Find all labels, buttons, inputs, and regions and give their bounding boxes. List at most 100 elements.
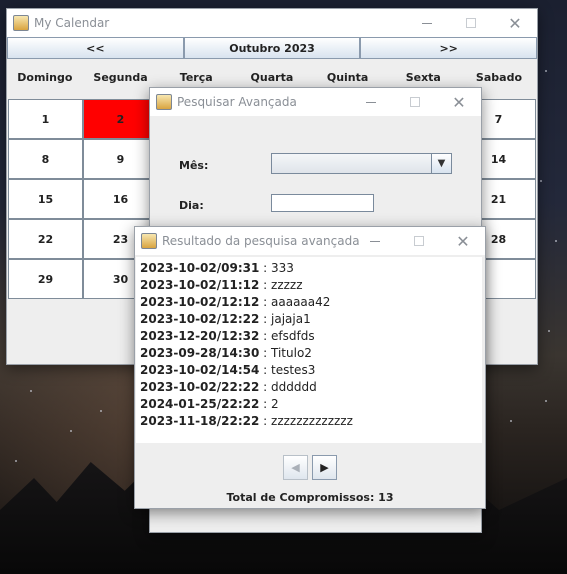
day-cell[interactable]: 29 (8, 259, 83, 299)
prev-page-button[interactable]: ◀ (283, 455, 308, 480)
calendar-titlebar[interactable]: My Calendar ✕ (7, 9, 537, 37)
day-cell[interactable]: 22 (8, 219, 83, 259)
item-separator: : (259, 295, 272, 309)
maximize-button[interactable] (449, 9, 493, 37)
arrow-right-icon: ▶ (320, 461, 329, 474)
item-datetime: 2023-11-18/22:22 (140, 414, 260, 428)
item-separator: : (259, 363, 272, 377)
arrow-left-icon: ◀ (291, 461, 300, 474)
minimize-button[interactable] (405, 9, 449, 37)
total-appointments-label: Total de Compromissos: 13 (226, 491, 394, 504)
item-title: 2 (271, 397, 279, 411)
item-separator: : (259, 278, 272, 292)
item-title: aaaaaa42 (271, 295, 331, 309)
item-title: 333 (271, 261, 294, 275)
item-datetime: 2024-01-25/22:22 (140, 397, 260, 411)
search-window-title: Pesquisar Avançada (177, 95, 297, 109)
list-item[interactable]: 2023-10-02/09:31 : 333 (140, 261, 294, 275)
maximize-icon (414, 236, 424, 246)
weekday-header: Quarta (250, 71, 294, 84)
day-cell[interactable]: 9 (83, 139, 158, 179)
maximize-button[interactable] (393, 88, 437, 116)
list-item[interactable]: 2023-11-18/22:22 : zzzzzzzzzzzzz (140, 414, 353, 428)
day-cell[interactable]: 1 (8, 99, 83, 139)
minimize-icon (366, 101, 376, 103)
item-title: zzzzz (271, 278, 303, 292)
item-separator: : (259, 329, 272, 343)
item-separator: : (259, 414, 272, 428)
weekday-headers: Domingo Segunda Terça Quarta Quinta Sext… (7, 71, 537, 84)
results-list: 2023-10-02/09:31 : 333 2023-10-02/11:12 … (136, 257, 482, 443)
item-separator: : (259, 346, 272, 360)
day-cell-today[interactable]: 2 (83, 99, 158, 139)
item-datetime: 2023-12-20/12:32 (140, 329, 260, 343)
close-icon: ✕ (452, 92, 466, 112)
item-title: Titulo2 (271, 346, 312, 360)
java-app-icon (156, 94, 172, 110)
item-datetime: 2023-09-28/14:30 (140, 346, 260, 360)
pagination: ◀ ▶ (135, 455, 485, 480)
maximize-icon (466, 18, 476, 28)
item-title: zzzzzzzzzzzzz (271, 414, 353, 428)
close-button[interactable]: ✕ (437, 88, 481, 116)
minimize-button[interactable] (349, 88, 393, 116)
java-app-icon (141, 233, 157, 249)
calendar-window-title: My Calendar (34, 16, 110, 30)
java-app-icon (13, 15, 29, 31)
month-nav: << Outubro 2023 >> (7, 37, 538, 59)
list-item[interactable]: 2023-12-20/12:32 : efsdfds (140, 329, 315, 343)
item-separator: : (259, 261, 272, 275)
weekday-header: Sexta (405, 71, 441, 84)
item-separator: : (259, 312, 272, 326)
item-datetime: 2023-10-02/11:12 (140, 278, 260, 292)
list-item[interactable]: 2023-10-02/14:54 : testes3 (140, 363, 315, 377)
month-select[interactable]: ▼ (271, 153, 452, 174)
list-item[interactable]: 2023-10-02/22:22 : dddddd (140, 380, 317, 394)
weekday-header: Sabado (475, 71, 522, 84)
item-datetime: 2023-10-02/14:54 (140, 363, 260, 377)
current-month-button[interactable]: Outubro 2023 (183, 37, 361, 59)
item-title: jajaja1 (271, 312, 311, 326)
close-icon: ✕ (508, 13, 522, 33)
item-datetime: 2023-10-02/12:12 (140, 295, 260, 309)
close-icon: ✕ (456, 231, 470, 251)
close-button[interactable]: ✕ (493, 9, 537, 37)
item-separator: : (259, 397, 272, 411)
list-item[interactable]: 2023-10-02/11:12 : zzzzz (140, 278, 303, 292)
month-field-label: Mês: (179, 159, 209, 172)
prev-month-button[interactable]: << (7, 37, 184, 59)
minimize-icon (370, 240, 380, 242)
item-datetime: 2023-10-02/12:22 (140, 312, 260, 326)
weekday-header: Segunda (93, 71, 148, 84)
weekday-header: Quinta (326, 71, 369, 84)
next-page-button[interactable]: ▶ (312, 455, 337, 480)
weekday-header: Terça (179, 71, 213, 84)
day-field-label: Dia: (179, 199, 204, 212)
minimize-icon (422, 22, 432, 24)
chevron-down-icon[interactable]: ▼ (431, 154, 451, 173)
day-cell[interactable]: 15 (8, 179, 83, 219)
list-item[interactable]: 2023-09-28/14:30 : Titulo2 (140, 346, 312, 360)
minimize-button[interactable] (353, 227, 397, 255)
weekday-header: Domingo (17, 71, 73, 84)
item-title: testes3 (271, 363, 316, 377)
list-item[interactable]: 2023-10-02/12:12 : aaaaaa42 (140, 295, 330, 309)
item-datetime: 2023-10-02/22:22 (140, 380, 260, 394)
close-button[interactable]: ✕ (441, 227, 485, 255)
item-title: dddddd (271, 380, 317, 394)
item-separator: : (259, 380, 272, 394)
day-cell[interactable]: 8 (8, 139, 83, 179)
search-results-dialog: Resultado da pesquisa avançada ✕ 2023-10… (134, 226, 486, 509)
maximize-button[interactable] (397, 227, 441, 255)
search-titlebar[interactable]: Pesquisar Avançada ✕ (150, 88, 481, 116)
item-title: efsdfds (271, 329, 315, 343)
results-window-title: Resultado da pesquisa avançada (162, 234, 360, 248)
next-month-button[interactable]: >> (360, 37, 538, 59)
item-datetime: 2023-10-02/09:31 (140, 261, 260, 275)
day-input[interactable] (271, 194, 374, 212)
list-item[interactable]: 2024-01-25/22:22 : 2 (140, 397, 279, 411)
day-cell[interactable]: 16 (83, 179, 158, 219)
results-titlebar[interactable]: Resultado da pesquisa avançada ✕ (135, 227, 485, 255)
list-item[interactable]: 2023-10-02/12:22 : jajaja1 (140, 312, 311, 326)
maximize-icon (410, 97, 420, 107)
